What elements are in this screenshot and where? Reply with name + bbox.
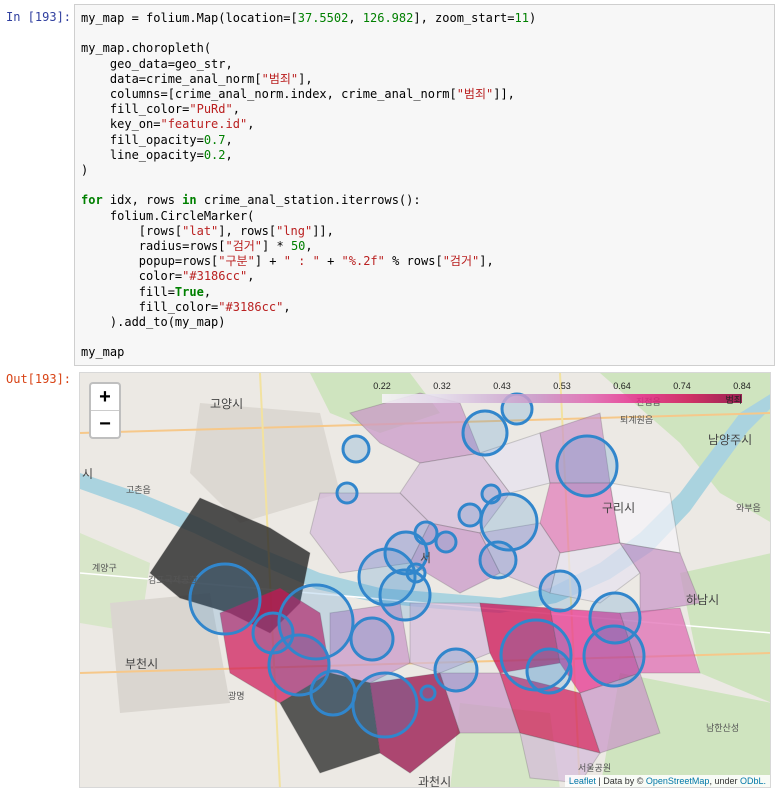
code-line: fill_color="#3186cc", (81, 299, 291, 314)
legend-tick-label: 0.84 (733, 381, 751, 391)
legend-tick-label: 0.32 (433, 381, 451, 391)
code-line: line_opacity=0.2, (81, 147, 233, 162)
legend-tick-label: 0.74 (673, 381, 691, 391)
code-line: popup=rows["구분"] + " : " + "%.2f" % rows… (81, 254, 494, 269)
code-line: my_map = folium.Map(location=[37.5502, 1… (81, 11, 537, 25)
leaflet-link[interactable]: Leaflet (569, 776, 596, 786)
place-label: 와부읍 (736, 503, 761, 513)
code-line: color="#3186cc", (81, 269, 255, 284)
code-line: key_on="feature.id", (81, 117, 255, 132)
code-line: data=crime_anal_norm["범죄"], (81, 71, 313, 86)
place-label: 과천시 (418, 775, 452, 788)
code-line: my_map.choropleth( (81, 41, 212, 56)
code-line: fill_color="PuRd", (81, 102, 240, 117)
osm-link[interactable]: OpenStreetMap (646, 776, 710, 786)
legend-title: 범죄 (725, 395, 742, 405)
place-label: 고촌읍 (126, 485, 151, 495)
code-line: for idx, rows in crime_anal_station.iter… (81, 193, 421, 208)
place-label: 고양시 (210, 397, 244, 411)
attribution-text: , under (709, 776, 740, 786)
place-label: 부천시 (125, 657, 159, 671)
place-label: 퇴계원읍 (620, 415, 654, 425)
odbl-link[interactable]: ODbL. (740, 776, 766, 786)
input-prompt: In [193]: (6, 10, 72, 24)
place-label: 구리시 (602, 501, 636, 515)
zoom-out-button[interactable]: − (91, 410, 119, 437)
place-label: 계양구 (92, 563, 117, 573)
place-label: 남한산성 (706, 723, 740, 733)
code-line: columns=[crime_anal_norm.index, crime_an… (81, 87, 515, 102)
map-attribution: Leaflet | Data by © OpenStreetMap, under… (564, 775, 770, 787)
legend-tick-label: 0.43 (493, 381, 511, 391)
code-line: [rows["lat"], rows["lng"]], (81, 223, 334, 238)
output-prompt: Out[193]: (6, 372, 72, 386)
legend-color-bar (382, 394, 742, 403)
code-line: fill_opacity=0.7, (81, 132, 233, 147)
code-line: fill=True, (81, 284, 212, 299)
choropleth-legend: 0.22 0.32 0.43 0.53 0.64 0.74 0.84 범죄 (373, 381, 756, 411)
code-line: ) (81, 163, 89, 178)
place-label: 광명 (228, 691, 245, 701)
legend-tick-label: 0.22 (373, 381, 391, 391)
code-line: radius=rows["검거"] * 50, (81, 239, 313, 254)
code-line: my_map (81, 345, 125, 360)
attribution-text: | Data by © (595, 776, 646, 786)
code-line: folium.CircleMarker( (81, 208, 255, 223)
zoom-in-button[interactable]: + (91, 384, 119, 410)
place-label: 서 (420, 551, 432, 565)
map-output[interactable]: 고양시 남양주시 구리시 하남시 부천시 과천시 김포국제공항 광명 퇴계원읍 … (79, 372, 771, 788)
code-line: geo_data=geo_str, (81, 56, 233, 71)
place-label: 김포국제공항 (148, 575, 198, 585)
code-line: ).add_to(my_map) (81, 315, 226, 330)
legend-tick-label: 0.53 (553, 381, 571, 391)
place-label: 시 (82, 467, 94, 481)
place-label: 남양주시 (708, 433, 753, 447)
place-label: 서울공원 (578, 763, 612, 773)
code-cell[interactable]: my_map = folium.Map(location=[37.5502, 1… (74, 4, 775, 366)
zoom-control: + − (89, 382, 121, 439)
place-label: 하남시 (686, 593, 720, 607)
legend-tick-label: 0.64 (613, 381, 631, 391)
code-editor[interactable]: my_map = folium.Map(location=[37.5502, 1… (75, 5, 774, 367)
